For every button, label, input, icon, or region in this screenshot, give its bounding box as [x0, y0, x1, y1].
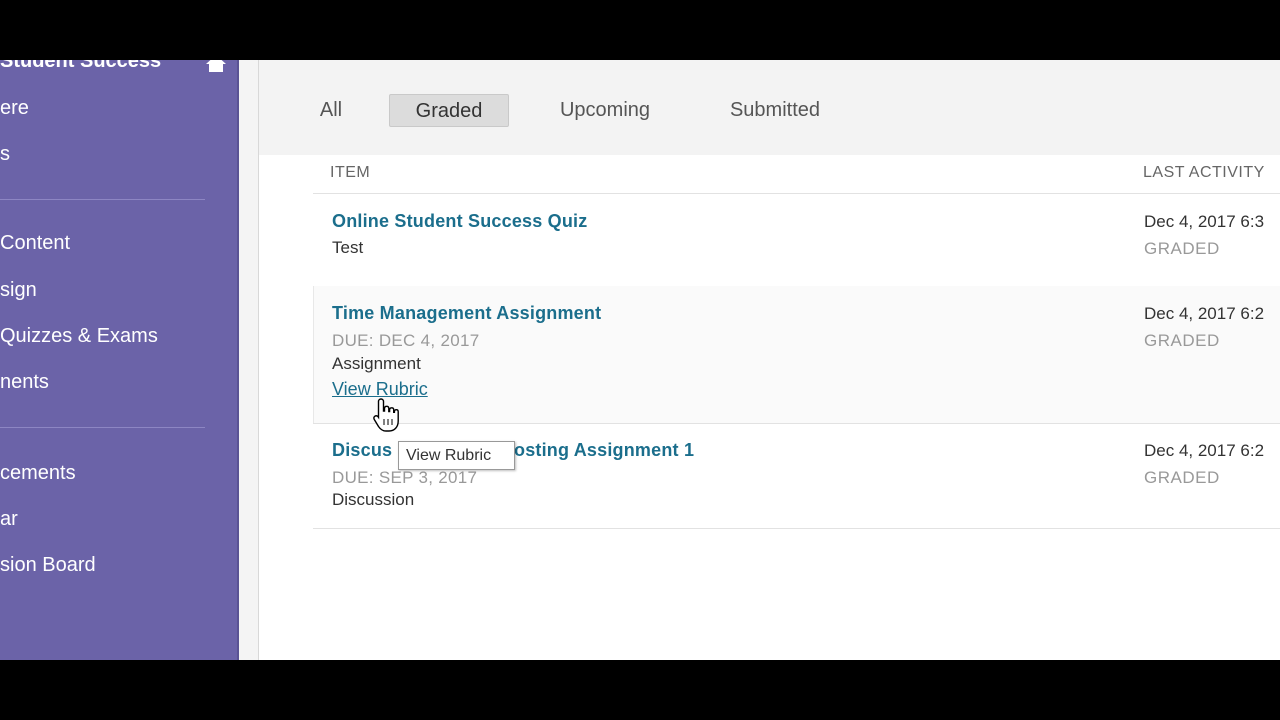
sidebar-item-content[interactable]: Content: [0, 230, 70, 256]
column-header-last-activity[interactable]: LAST ACTIVITY: [1143, 164, 1265, 182]
activity-date: Dec 4, 2017 6:3: [1144, 212, 1265, 231]
tooltip: View Rubric: [398, 441, 515, 470]
grades-panel: All Graded Upcoming Submitted ITEM LAST …: [259, 60, 1280, 660]
activity-date: Dec 4, 2017 6:2: [1144, 304, 1265, 323]
sidebar-divider: [0, 427, 205, 428]
item-type: Assignment: [332, 354, 421, 373]
item-title-link[interactable]: Online Student Success Quiz: [332, 211, 587, 232]
header-divider: [313, 193, 1280, 194]
course-sidebar: Student Success ere s Content sign Quizz…: [0, 60, 237, 660]
sidebar-item-quizzes-exams[interactable]: Quizzes & Exams: [0, 323, 158, 349]
video-letterbox-bottom: [0, 660, 1280, 720]
status-badge: GRADED: [1144, 331, 1220, 350]
tab-submitted[interactable]: Submitted: [719, 94, 831, 127]
course-title[interactable]: Student Success: [0, 60, 161, 76]
row-divider: [313, 423, 1280, 424]
filter-tabs: All Graded Upcoming Submitted: [259, 60, 1280, 155]
sidebar-item-start-here[interactable]: ere: [0, 95, 29, 121]
sidebar-item-design[interactable]: sign: [0, 277, 37, 303]
hand-cursor-icon: [373, 398, 399, 432]
column-header-item[interactable]: ITEM: [330, 164, 370, 182]
item-due-date: DUE: DEC 4, 2017: [332, 331, 480, 350]
item-type: Test: [332, 238, 364, 257]
video-letterbox-top: [0, 0, 1280, 60]
status-badge: GRADED: [1144, 239, 1220, 258]
sidebar-item-announcements-top[interactable]: s: [0, 141, 10, 167]
item-type: Discussion: [332, 490, 415, 509]
activity-date: Dec 4, 2017 6:2: [1144, 441, 1265, 460]
sidebar-item-discussion-board[interactable]: sion Board: [0, 552, 96, 578]
tab-all[interactable]: All: [311, 94, 351, 127]
sidebar-gutter: [239, 60, 259, 660]
status-badge: GRADED: [1144, 468, 1220, 487]
tab-upcoming[interactable]: Upcoming: [549, 94, 661, 127]
item-title-link[interactable]: Time Management Assignment: [332, 303, 601, 324]
sidebar-item-assignments[interactable]: nents: [0, 369, 49, 395]
item-title-link-right[interactable]: osting Assignment 1: [514, 440, 694, 461]
home-icon[interactable]: [205, 60, 227, 72]
item-due-date: DUE: SEP 3, 2017: [332, 468, 478, 487]
sidebar-item-calendar[interactable]: ar: [0, 506, 18, 532]
sidebar-item-announcements[interactable]: cements: [0, 460, 76, 486]
tab-graded[interactable]: Graded: [389, 94, 509, 127]
row-divider: [313, 528, 1280, 529]
sidebar-divider: [0, 199, 205, 200]
item-title-link-left[interactable]: Discus: [332, 440, 392, 461]
